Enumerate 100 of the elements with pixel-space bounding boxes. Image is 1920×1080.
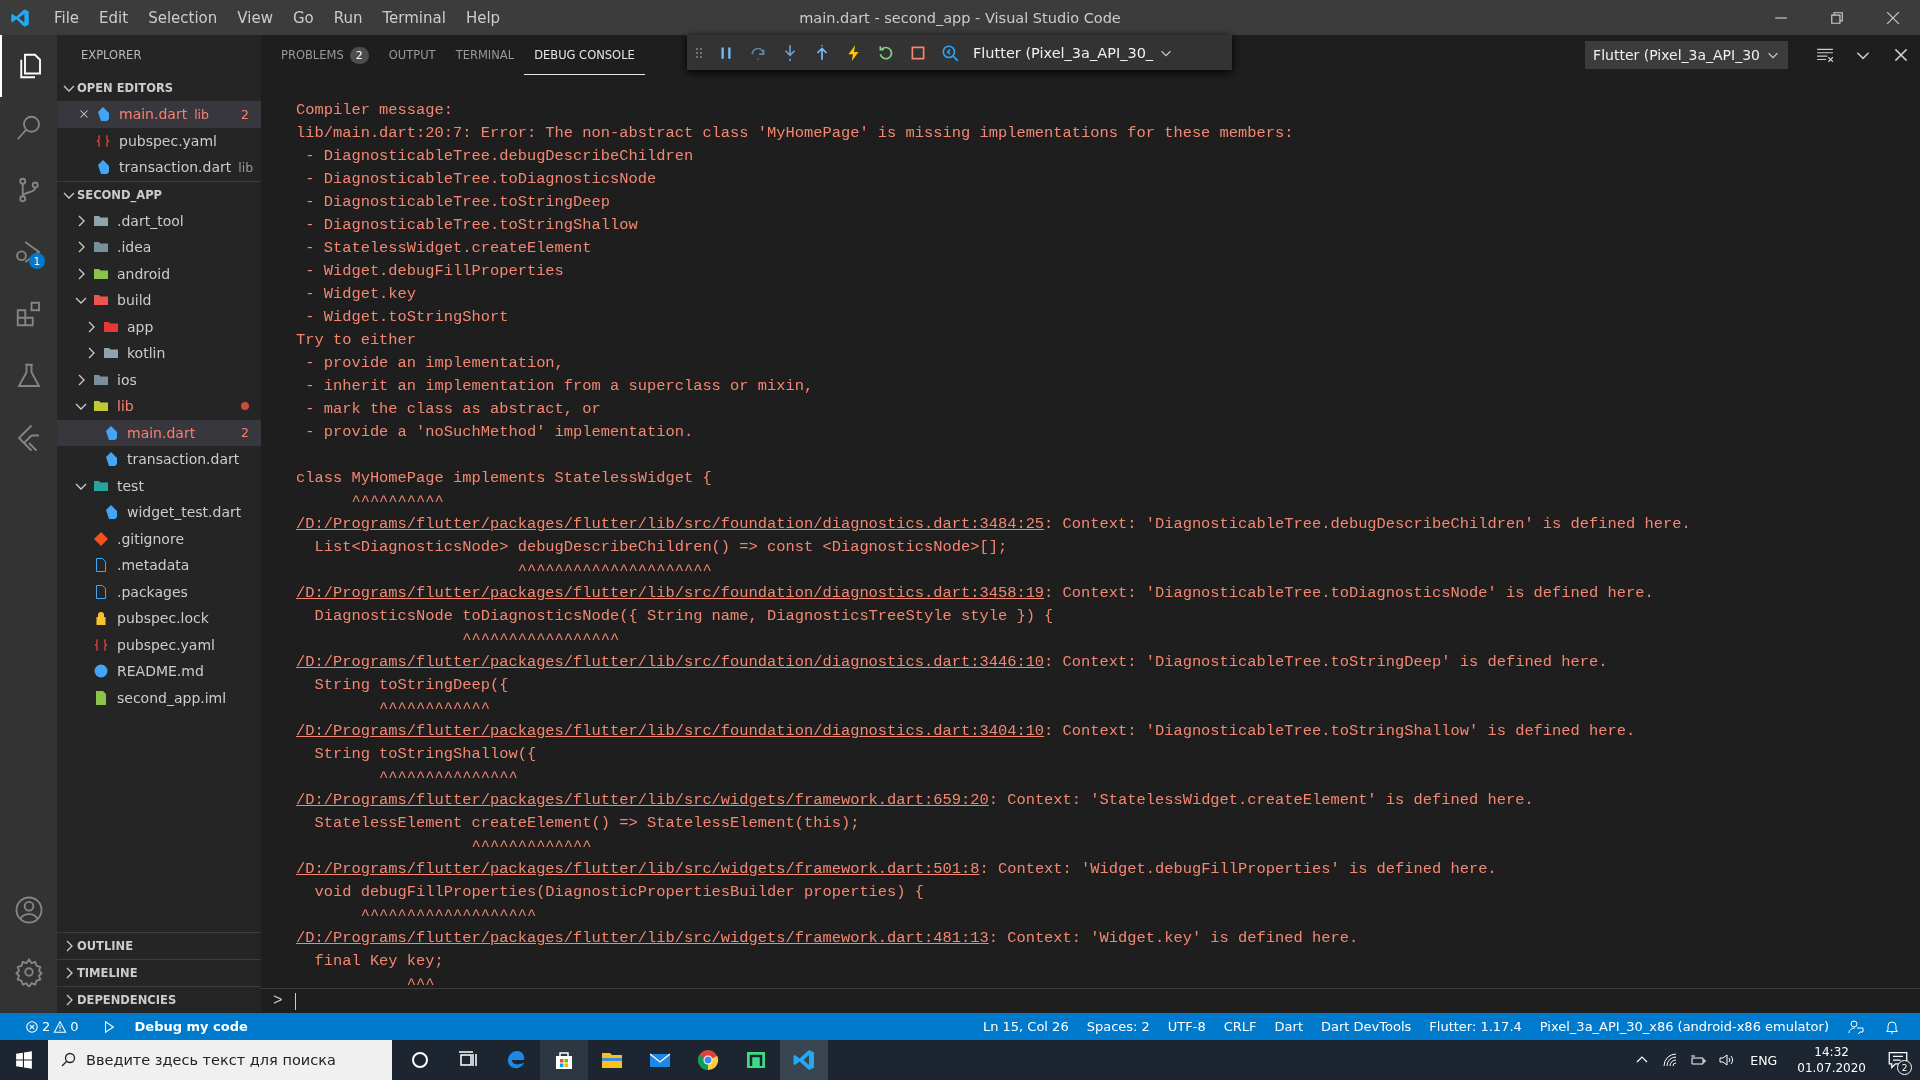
notification-center-button[interactable]: 2 bbox=[1876, 1040, 1920, 1080]
folder-row[interactable]: .dart_tool bbox=[57, 207, 261, 234]
console-line: ^^^^^^^^^^^^^^^ bbox=[378, 767, 519, 788]
close-icon[interactable] bbox=[1892, 46, 1910, 64]
section-header[interactable]: SECOND_APP bbox=[57, 180, 261, 208]
app-logo-icon bbox=[10, 7, 30, 28]
panel-tab[interactable]: TERMINAL bbox=[445, 35, 525, 75]
search-icon bbox=[60, 1052, 76, 1068]
session-dropdown[interactable]: Flutter (Pixel_3a_API_30 bbox=[1585, 41, 1788, 69]
status-item[interactable]: Spaces: 2 bbox=[1077, 1019, 1159, 1034]
file-link[interactable]: /D:/Programs/flutter/packages/flutter/lib/src/widgets/framework.dart:501:8 bbox=[296, 860, 980, 878]
status-item[interactable]: Pixel_3a_API_30_x86 (android-x86 emulator) bbox=[1530, 1019, 1838, 1034]
tree-row[interactable]: README.md bbox=[57, 658, 261, 685]
console-line: - DiagnosticableTree.debugDescribeChildren bbox=[304, 146, 695, 167]
tree-row[interactable]: transaction.dart bbox=[57, 446, 261, 473]
console-line: ^^^^^^^^^^^^ bbox=[378, 698, 491, 719]
menu-item[interactable]: Terminal bbox=[372, 8, 456, 27]
session-dropdown[interactable]: Flutter (Pixel_3a_API_30_ bbox=[973, 44, 1174, 61]
panel-tab[interactable]: DEBUG CONSOLE bbox=[524, 35, 645, 75]
tree-row[interactable]: .gitignore bbox=[57, 525, 261, 552]
console-line: - provide an implementation, bbox=[304, 353, 565, 374]
tree-row[interactable]: .packages bbox=[57, 578, 261, 605]
window-title: main.dart - second_app - Visual Studio Code bbox=[799, 9, 1121, 26]
file-link[interactable]: /D:/Programs/flutter/packages/flutter/lib/src/foundation/diagnostics.dart:3458:19 bbox=[296, 584, 1045, 602]
restore-icon[interactable] bbox=[1830, 10, 1844, 25]
console-line: - Widget.key bbox=[304, 284, 418, 305]
restart-icon[interactable] bbox=[877, 43, 895, 62]
status-item[interactable]: Dart bbox=[1265, 1019, 1312, 1034]
folder-row[interactable]: .idea bbox=[57, 234, 261, 261]
file-link[interactable]: /D:/Programs/flutter/packages/flutter/lib/src/foundation/diagnostics.dart:3446:10 bbox=[296, 653, 1045, 671]
tree-row[interactable]: pubspec.yaml bbox=[57, 631, 261, 658]
menu-item[interactable]: View bbox=[227, 8, 283, 27]
console-line: Compiler message: bbox=[296, 100, 454, 121]
menu-item[interactable]: Run bbox=[323, 8, 373, 27]
status-item[interactable]: Dart DevTools bbox=[1312, 1019, 1421, 1034]
section-header[interactable]: OUTLINE bbox=[57, 932, 261, 959]
console-line: final Key key; bbox=[313, 951, 445, 972]
taskbar-clock[interactable]: 14:32 01.07.2020 bbox=[1797, 1044, 1866, 1076]
dart-file-icon bbox=[103, 504, 119, 521]
console-line: ^^^^^^^^^^^^^^^^^ bbox=[461, 629, 621, 650]
folder-row[interactable]: ios bbox=[57, 366, 261, 393]
status-item[interactable]: Flutter: 1.17.4 bbox=[1420, 1019, 1531, 1034]
file-link[interactable]: /D:/Programs/flutter/packages/flutter/lib/src/widgets/framework.dart:659:20 bbox=[296, 791, 989, 809]
panel-tab[interactable]: PROBLEMS 2 bbox=[271, 35, 379, 75]
tree-row[interactable]: widget_test.dart bbox=[57, 499, 261, 526]
menu-item[interactable]: Help bbox=[455, 8, 511, 27]
folder-row[interactable]: test bbox=[57, 472, 261, 499]
panel-tab[interactable]: OUTPUT bbox=[378, 35, 446, 75]
console-line: : Context: 'Widget.debugFillProperties' is defined here. bbox=[979, 860, 1497, 878]
error-icon bbox=[25, 1019, 39, 1034]
console-line: - DiagnosticableTree.toStringDeep bbox=[304, 192, 612, 213]
folder-row[interactable]: android bbox=[57, 260, 261, 287]
speaker-icon[interactable] bbox=[1718, 1052, 1735, 1068]
status-item[interactable]: UTF-8 bbox=[1158, 1019, 1215, 1034]
folder-row[interactable]: lib bbox=[57, 393, 261, 420]
menu-item[interactable]: Edit bbox=[89, 8, 139, 27]
network-icon[interactable] bbox=[1662, 1052, 1679, 1068]
menu-item[interactable]: File bbox=[44, 8, 90, 27]
notification-badge: 1 bbox=[29, 253, 45, 269]
file-link[interactable]: /D:/Programs/flutter/packages/flutter/lib/src/foundation/diagnostics.dart:3404:10 bbox=[296, 722, 1045, 740]
problems-status[interactable]: 2 0 bbox=[16, 1019, 88, 1034]
battery-icon[interactable] bbox=[1690, 1052, 1707, 1068]
open-editor-item[interactable]: main.dart lib 2 bbox=[57, 101, 261, 128]
console-line: : Context: 'DiagnosticableTree.toDiagnosticsNode' is defined here. bbox=[1044, 584, 1654, 602]
close-icon[interactable] bbox=[1886, 10, 1900, 25]
tree-row[interactable]: main.dart 2 bbox=[57, 419, 261, 446]
console-line: lib/main.dart:20:7: Error: The non-abstract class 'MyHomePage' is missing implementations for these members: bbox=[296, 123, 1295, 144]
tree-row[interactable]: pubspec.lock bbox=[57, 605, 261, 632]
file-icon bbox=[93, 583, 109, 600]
sidebar-title: EXPLORER bbox=[80, 47, 143, 64]
code-editor-icon[interactable] bbox=[780, 1040, 828, 1080]
shopping-bag-icon[interactable] bbox=[540, 1040, 588, 1080]
folder-row[interactable]: app bbox=[57, 313, 261, 340]
status-item[interactable]: CRLF bbox=[1214, 1019, 1266, 1034]
feedback-icon[interactable] bbox=[1848, 1018, 1864, 1035]
menu-item[interactable]: Selection bbox=[138, 8, 228, 27]
tree-row[interactable]: second_app.iml bbox=[57, 684, 261, 711]
file-link[interactable]: /D:/Programs/flutter/packages/flutter/lib/src/widgets/framework.dart:481:13 bbox=[296, 929, 989, 947]
menu-item[interactable]: Go bbox=[282, 8, 324, 27]
file-link[interactable]: /D:/Programs/flutter/packages/flutter/lib/src/foundation/diagnostics.dart:3484:25 bbox=[296, 515, 1045, 533]
section-header[interactable]: OPEN EDITORS bbox=[57, 75, 261, 101]
clear-console-icon[interactable] bbox=[1816, 46, 1834, 64]
console-line: StatelessElement createElement() => StatelessElement(this); bbox=[313, 813, 861, 834]
console-line: : Context: 'DiagnosticableTree.debugDescribeChildren' is defined here. bbox=[1044, 515, 1691, 533]
braces-file-icon bbox=[95, 132, 111, 149]
open-editor-item[interactable]: transaction.dart lib bbox=[57, 154, 261, 181]
launch-config[interactable]: Debug my code bbox=[125, 1019, 257, 1034]
bell-icon[interactable] bbox=[1884, 1018, 1900, 1035]
tree-row[interactable]: .metadata bbox=[57, 552, 261, 579]
input-language[interactable]: ENG bbox=[1750, 1052, 1778, 1068]
dart-file-icon bbox=[95, 159, 111, 176]
message-icon[interactable] bbox=[1888, 1050, 1908, 1070]
open-editor-item[interactable]: pubspec.yaml bbox=[57, 127, 261, 154]
section-header[interactable]: TIMELINE bbox=[57, 959, 261, 986]
folder-row[interactable]: kotlin bbox=[57, 340, 261, 367]
activity-bar-item[interactable]: 1 bbox=[0, 221, 57, 283]
magnifier-icon[interactable] bbox=[941, 43, 959, 62]
console-line: String toStringDeep({ bbox=[313, 675, 510, 696]
folder-row[interactable]: build bbox=[57, 287, 261, 314]
status-item[interactable]: Ln 15, Col 26 bbox=[973, 1019, 1078, 1034]
